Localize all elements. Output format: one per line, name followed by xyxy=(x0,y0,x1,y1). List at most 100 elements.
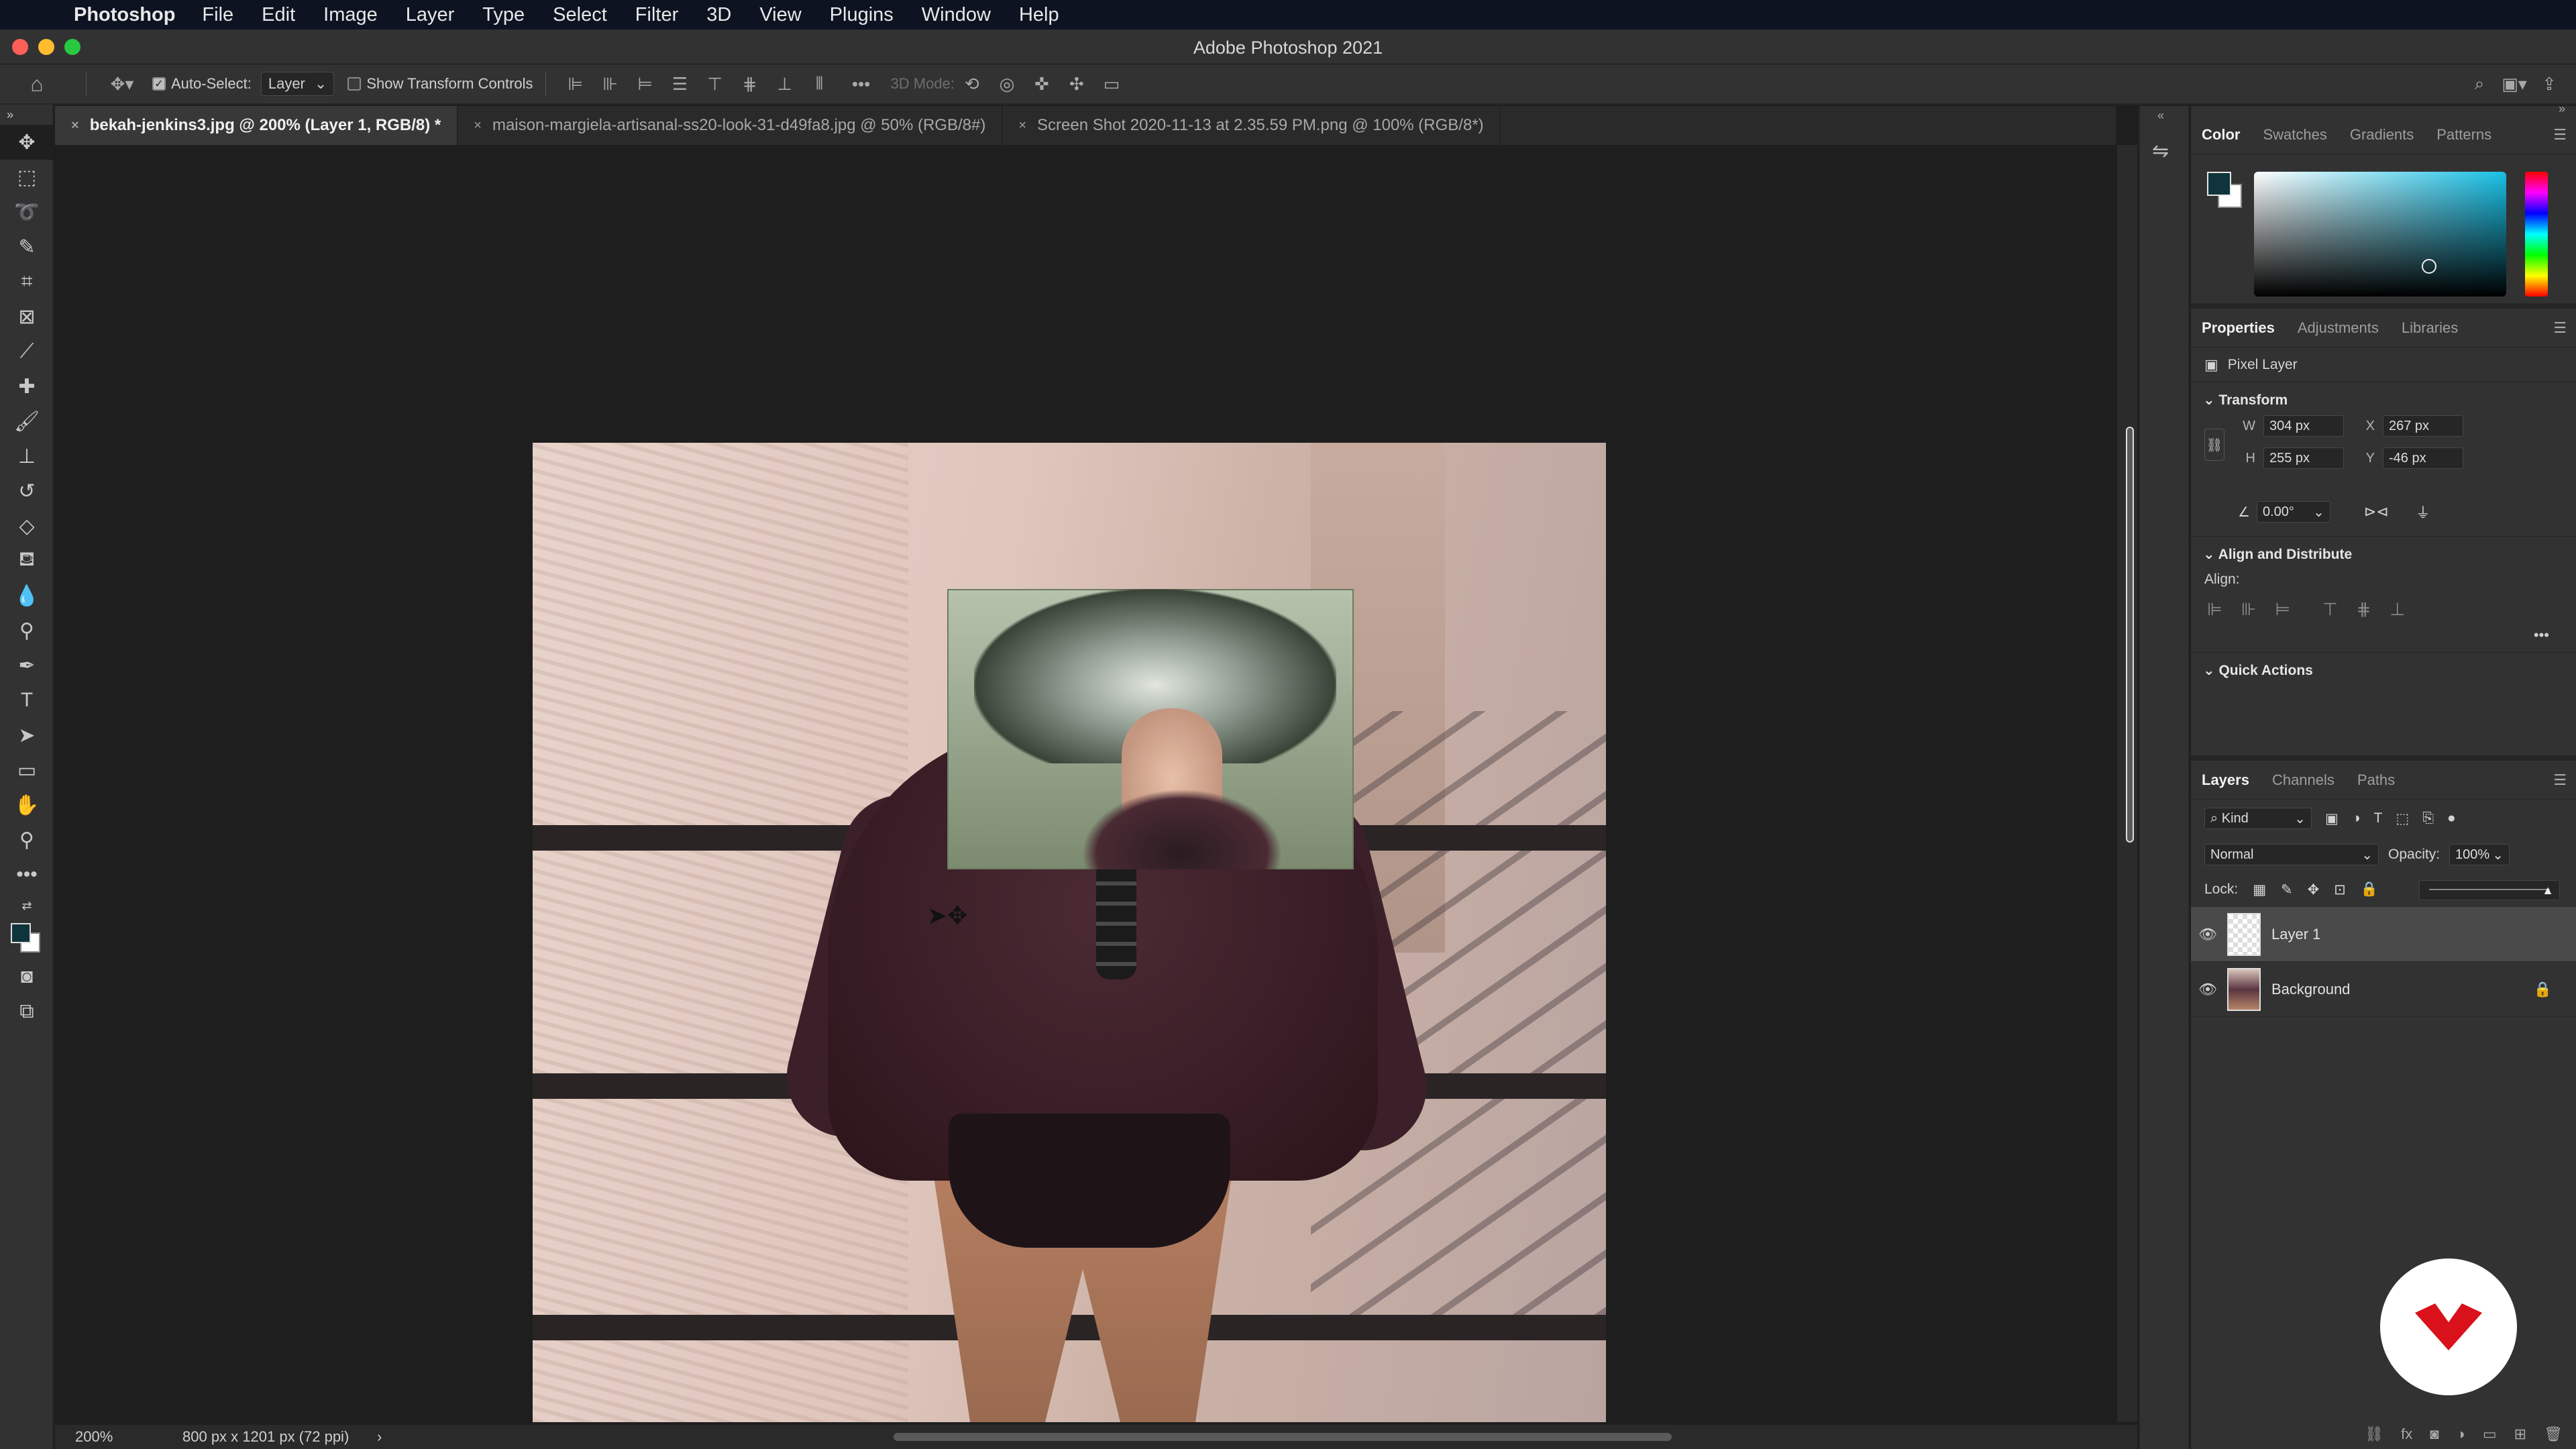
lasso-tool-icon[interactable]: ➰ xyxy=(0,195,54,229)
close-tab-icon[interactable]: × xyxy=(1018,118,1026,133)
chevron-right-icon[interactable]: › xyxy=(377,1428,382,1446)
more-align-options-icon[interactable]: ••• xyxy=(2191,627,2576,644)
zoom-level[interactable]: 200% xyxy=(55,1428,162,1446)
rectangle-tool-icon[interactable]: ▭ xyxy=(0,753,54,788)
3d-slide-icon[interactable]: ✣ xyxy=(1059,74,1094,95)
horizontal-scrollbar-thumb[interactable] xyxy=(894,1433,1672,1441)
tab-document-2[interactable]: × maison-margiela-artisanal-ss20-look-31… xyxy=(458,106,1003,145)
menu-view[interactable]: View xyxy=(759,4,801,26)
show-transform-checkbox[interactable]: Show Transform Controls xyxy=(347,69,533,99)
align-center-h-icon[interactable]: ⊪ xyxy=(2241,599,2257,620)
align-bottom-icon[interactable]: ⊥ xyxy=(767,74,802,95)
angle-field[interactable]: 0.00° ⌄ xyxy=(2256,501,2330,523)
tab-swatches[interactable]: Swatches xyxy=(2263,126,2326,144)
height-field[interactable]: 255 px xyxy=(2263,447,2344,469)
menu-image[interactable]: Image xyxy=(323,4,378,26)
menu-select[interactable]: Select xyxy=(553,4,607,26)
tab-channels[interactable]: Channels xyxy=(2272,771,2334,789)
canvas-area[interactable]: ➤✥ xyxy=(55,145,2116,1422)
eraser-tool-icon[interactable]: ◇ xyxy=(0,508,54,543)
color-picker-field[interactable] xyxy=(2254,172,2506,297)
distribute-horizontal-icon[interactable]: ⦀ xyxy=(802,73,837,95)
lock-position-icon[interactable]: ✥ xyxy=(2308,881,2320,898)
tab-document-3[interactable]: × Screen Shot 2020-11-13 at 2.35.59 PM.p… xyxy=(1002,106,1501,145)
layer-row-layer-1[interactable]: 👁 Layer 1 xyxy=(2191,907,2576,962)
y-field[interactable]: -46 px xyxy=(2383,447,2463,469)
align-bottom-icon[interactable]: ⊥ xyxy=(2390,599,2405,620)
filter-toggle-icon[interactable]: ● xyxy=(2447,810,2456,826)
layer-kind-dropdown[interactable]: ⌕ Kind ⌄ xyxy=(2204,808,2312,829)
screen-mode-icon[interactable]: ⧉ xyxy=(0,994,54,1029)
filter-pixel-icon[interactable]: ▣ xyxy=(2325,810,2339,827)
width-field[interactable]: 304 px xyxy=(2263,415,2344,437)
menu-edit[interactable]: Edit xyxy=(262,4,295,26)
align-middle-v-icon[interactable]: ⋕ xyxy=(733,74,767,95)
menu-file[interactable]: File xyxy=(202,4,233,26)
menu-help[interactable]: Help xyxy=(1019,4,1059,26)
filter-adjustment-icon[interactable]: ◑ xyxy=(2352,810,2361,826)
healing-brush-tool-icon[interactable]: ✚ xyxy=(0,369,54,404)
filter-shape-icon[interactable]: ⬚ xyxy=(2396,810,2409,827)
tab-patterns[interactable]: Patterns xyxy=(2436,126,2491,144)
align-top-icon[interactable]: ⊤ xyxy=(698,74,733,95)
path-selection-tool-icon[interactable]: ➤ xyxy=(0,718,54,753)
hand-tool-icon[interactable]: ✋ xyxy=(0,788,54,822)
3d-scale-icon[interactable]: ▭ xyxy=(1094,74,1129,95)
collapse-panels-icon[interactable]: « xyxy=(2157,109,2164,123)
foreground-color-swatch[interactable] xyxy=(2207,172,2231,196)
eyedropper-tool-icon[interactable]: ⟋ xyxy=(0,334,54,369)
new-adjustment-layer-icon[interactable]: ◑ xyxy=(2457,1426,2465,1443)
tab-gradients[interactable]: Gradients xyxy=(2350,126,2414,144)
hue-slider[interactable] xyxy=(2525,172,2548,297)
align-middle-v-icon[interactable]: ⋕ xyxy=(2357,599,2371,620)
menu-app-name[interactable]: Photoshop xyxy=(74,4,175,26)
type-tool-icon[interactable]: T xyxy=(0,683,54,718)
marquee-tool-icon[interactable]: ⬚ xyxy=(0,160,54,195)
auto-select-checkbox[interactable]: ✓ Auto-Select: xyxy=(152,69,252,99)
layer-name[interactable]: Layer 1 xyxy=(2271,926,2320,943)
expand-panels-icon[interactable]: » xyxy=(2559,102,2565,116)
lock-artboard-icon[interactable]: ⊡ xyxy=(2334,881,2346,898)
opacity-slider-track[interactable] xyxy=(2429,889,2550,890)
clone-stamp-tool-icon[interactable]: ⊥ xyxy=(0,439,54,474)
link-layers-icon[interactable]: ⛓ xyxy=(2365,1426,2383,1443)
tab-layers[interactable]: Layers xyxy=(2202,771,2249,789)
auto-select-target-dropdown[interactable]: Layer ⌄ xyxy=(260,72,335,96)
layer-style-icon[interactable]: fx xyxy=(2401,1426,2412,1443)
filter-type-icon[interactable]: T xyxy=(2374,810,2383,826)
menu-window[interactable]: Window xyxy=(922,4,991,26)
home-icon[interactable]: ⌂ xyxy=(0,69,74,99)
new-layer-icon[interactable]: ⊞ xyxy=(2514,1426,2526,1443)
menu-plugins[interactable]: Plugins xyxy=(830,4,894,26)
tab-paths[interactable]: Paths xyxy=(2357,771,2395,789)
link-icon[interactable]: ⛓ xyxy=(2204,429,2224,461)
transform-section-header[interactable]: ⌄ Transform xyxy=(2191,382,2576,415)
filter-smart-object-icon[interactable]: ⎘ xyxy=(2422,810,2434,826)
collapse-toolbar-icon[interactable]: » xyxy=(0,105,54,125)
layer-row-background[interactable]: 👁 Background 🔒 xyxy=(2191,962,2576,1017)
vertical-scrollbar[interactable] xyxy=(2117,145,2137,1422)
opacity-field[interactable]: 100% ⌄ xyxy=(2449,844,2510,865)
edit-toolbar-icon[interactable]: ••• xyxy=(0,857,54,892)
lock-all-icon[interactable]: 🔒 xyxy=(2361,881,2378,898)
menu-type[interactable]: Type xyxy=(482,4,525,26)
quick-selection-tool-icon[interactable]: ✎ xyxy=(0,229,54,264)
color-swatches[interactable] xyxy=(0,919,54,959)
paint-bucket-tool-icon[interactable]: ⛾ xyxy=(0,543,54,578)
flip-horizontal-icon[interactable]: ⊳⊲ xyxy=(2364,503,2389,521)
quick-actions-header[interactable]: ⌄ Quick Actions xyxy=(2191,653,2576,686)
blend-mode-dropdown[interactable]: Normal ⌄ xyxy=(2204,844,2379,865)
search-icon[interactable]: ⌕ xyxy=(2462,73,2497,95)
quick-mask-icon[interactable]: ◙ xyxy=(0,959,54,994)
tab-document-1[interactable]: × bekah-jenkins3.jpg @ 200% (Layer 1, RG… xyxy=(55,106,458,145)
delete-layer-icon[interactable]: 🗑 xyxy=(2544,1426,2563,1443)
3d-pan-icon[interactable]: ✜ xyxy=(1024,74,1059,95)
swap-colors-icon[interactable]: ⇄ xyxy=(0,892,54,919)
history-panel-icon[interactable]: ⇋ xyxy=(2152,140,2169,163)
foreground-color-swatch[interactable] xyxy=(11,923,31,943)
tab-color[interactable]: Color xyxy=(2202,126,2240,144)
scrollbar-thumb[interactable] xyxy=(2126,427,2134,843)
panel-menu-icon[interactable]: ☰ xyxy=(2553,126,2567,144)
menu-3d[interactable]: 3D xyxy=(706,4,731,26)
frame-tool-icon[interactable]: ⊠ xyxy=(0,299,54,334)
